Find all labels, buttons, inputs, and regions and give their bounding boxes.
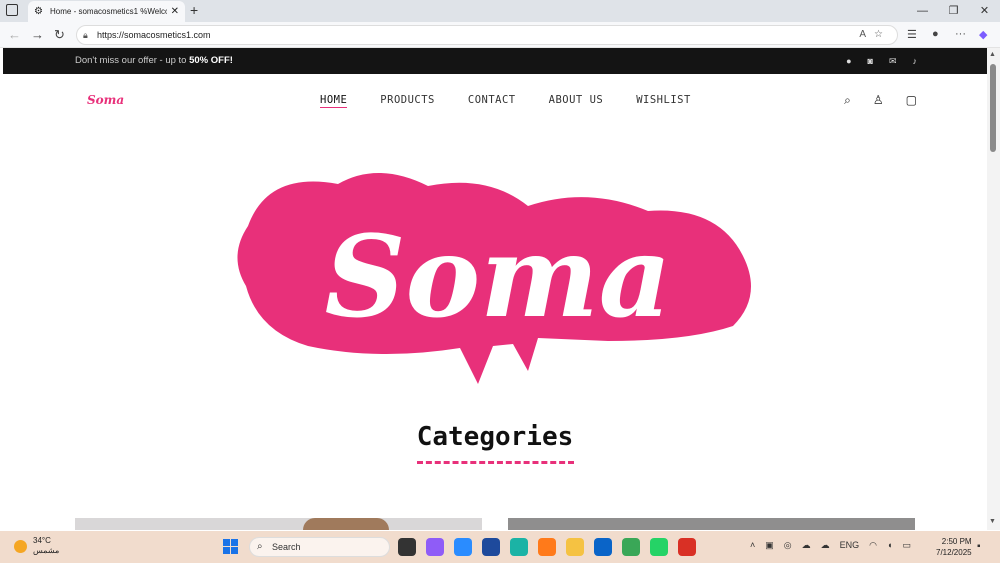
- app-icon[interactable]: [454, 538, 472, 556]
- store-icon[interactable]: [482, 538, 500, 556]
- sun-icon: [14, 539, 27, 553]
- show-hidden-icons-icon[interactable]: ˄: [750, 540, 755, 551]
- file-explorer-icon[interactable]: [566, 538, 584, 556]
- lock-icon: 🔒︎: [83, 30, 88, 40]
- tray-app-icon[interactable]: ▣: [765, 540, 774, 551]
- profile-icon[interactable]: ●: [932, 28, 939, 40]
- page-scrollbar[interactable]: ▲ ▼: [987, 48, 1000, 530]
- restore-icon[interactable]: ❐: [938, 0, 969, 22]
- temperature: 34°C: [33, 536, 51, 545]
- windows-taskbar: 34°C مشمس ⌕ Search ˄ ▣ ◎ ☁ ☁ ENG ◠ ◖ ▭ 2…: [0, 531, 1000, 563]
- categories-underline: [417, 461, 574, 464]
- account-icon[interactable]: ♙: [873, 93, 884, 108]
- announcement-bar: Don't miss our offer - up to 50% OFF! ● …: [3, 48, 987, 74]
- start-icon[interactable]: [223, 539, 239, 555]
- cart-icon[interactable]: ▢: [906, 93, 917, 108]
- address-bar-row: ← → ↻ 🔒︎ https://somacosmetics1.com A☆ ☰…: [0, 22, 1000, 48]
- scroll-up-icon[interactable]: ▲: [989, 51, 996, 58]
- back-icon[interactable]: ←: [8, 27, 21, 42]
- onedrive-icon[interactable]: ☁: [821, 540, 830, 551]
- hero-logo: Soma: [237, 172, 751, 384]
- scroll-down-icon[interactable]: ▼: [989, 518, 996, 525]
- outlook-icon[interactable]: [594, 538, 612, 556]
- favorites-icon[interactable]: ☰: [907, 28, 917, 41]
- taskbar-apps: [398, 538, 696, 556]
- notification-icon[interactable]: ▪: [977, 541, 981, 552]
- instagram-icon[interactable]: ◙: [868, 48, 873, 74]
- announcement-highlight: 50% OFF!: [189, 55, 233, 66]
- search-icon: ⌕: [257, 541, 263, 552]
- battery-icon[interactable]: ▭: [902, 540, 911, 551]
- main-nav: HOME PRODUCTS CONTACT ABOUT US WISHLIST: [320, 94, 691, 108]
- forward-icon[interactable]: →: [31, 27, 44, 42]
- site-logo[interactable]: Soma: [87, 93, 124, 107]
- clock[interactable]: 2:50 PM 7/12/2025: [936, 536, 972, 558]
- category-card[interactable]: [75, 518, 482, 530]
- tab-title: Home - somacosmetics1 %Welco: [50, 7, 167, 16]
- hero-logo-text: Soma: [325, 212, 672, 343]
- sidebar-toggle-icon[interactable]: [6, 4, 18, 16]
- category-image: [303, 518, 389, 530]
- nav-about-us[interactable]: ABOUT US: [549, 94, 604, 108]
- nav-contact[interactable]: CONTACT: [468, 94, 516, 108]
- facebook-icon[interactable]: ●: [846, 48, 851, 74]
- firefox-icon[interactable]: [538, 538, 556, 556]
- new-tab-button[interactable]: +: [190, 2, 198, 18]
- taskbar-search[interactable]: ⌕ Search: [249, 537, 390, 557]
- language-indicator[interactable]: ENG: [840, 540, 860, 551]
- site-header: Soma HOME PRODUCTS CONTACT ABOUT US WISH…: [3, 74, 987, 126]
- close-window-icon[interactable]: ✕: [969, 0, 1000, 22]
- time: 2:50 PM: [941, 537, 972, 546]
- categories-heading: Categories: [416, 422, 574, 452]
- wifi-icon[interactable]: ◠: [869, 540, 877, 551]
- tiktok-icon[interactable]: ♪: [913, 48, 918, 74]
- scrollbar-thumb[interactable]: [990, 64, 996, 152]
- nav-wishlist[interactable]: WISHLIST: [636, 94, 691, 108]
- weather-description: مشمس: [33, 546, 60, 555]
- cloud-icon[interactable]: ☁: [802, 540, 811, 551]
- search-placeholder: Search: [272, 542, 301, 552]
- announcement-text: Don't miss our offer - up to 50% OFF!: [75, 55, 233, 66]
- minimize-icon[interactable]: —: [907, 0, 938, 22]
- refresh-icon[interactable]: ↻: [54, 27, 65, 43]
- site-favicon-icon: ⚙: [34, 5, 43, 17]
- web-page: Don't miss our offer - up to 50% OFF! ● …: [3, 48, 987, 530]
- browser-tab-bar: ⚙ Home - somacosmetics1 %Welco ✕ + — ❐ ✕: [0, 0, 1000, 22]
- chrome-profile-icon[interactable]: [678, 538, 696, 556]
- nav-products[interactable]: PRODUCTS: [380, 94, 435, 108]
- more-icon[interactable]: ···: [955, 28, 966, 40]
- volume-icon[interactable]: ◖: [887, 540, 892, 551]
- chrome-icon[interactable]: [622, 538, 640, 556]
- window-controls: — ❐ ✕: [907, 0, 1000, 22]
- date: 7/12/2025: [936, 548, 972, 557]
- social-links: ● ◙ ✉ ♪: [846, 48, 917, 74]
- whatsapp-icon[interactable]: [650, 538, 668, 556]
- header-icons: ⌕ ♙ ▢: [844, 93, 917, 108]
- task-view-icon[interactable]: [398, 538, 416, 556]
- weather-widget[interactable]: 34°C مشمس: [14, 536, 59, 556]
- email-icon[interactable]: ✉: [889, 48, 897, 74]
- copilot-app-icon[interactable]: [426, 538, 444, 556]
- nav-home[interactable]: HOME: [320, 94, 348, 108]
- read-aloud-favorite-icons[interactable]: A☆: [859, 26, 891, 44]
- browser-tab[interactable]: ⚙ Home - somacosmetics1 %Welco ✕: [28, 1, 185, 22]
- close-tab-icon[interactable]: ✕: [171, 6, 179, 17]
- system-tray: ˄ ▣ ◎ ☁ ☁ ENG ◠ ◖ ▭: [750, 540, 911, 551]
- category-card[interactable]: [508, 518, 915, 530]
- url-text: https://somacosmetics1.com: [97, 30, 211, 40]
- edge-icon[interactable]: [510, 538, 528, 556]
- search-icon[interactable]: ⌕: [844, 93, 851, 108]
- url-field[interactable]: 🔒︎ https://somacosmetics1.com A☆: [76, 25, 898, 45]
- tray-app-icon[interactable]: ◎: [784, 540, 792, 551]
- copilot-icon[interactable]: ◆: [979, 28, 987, 41]
